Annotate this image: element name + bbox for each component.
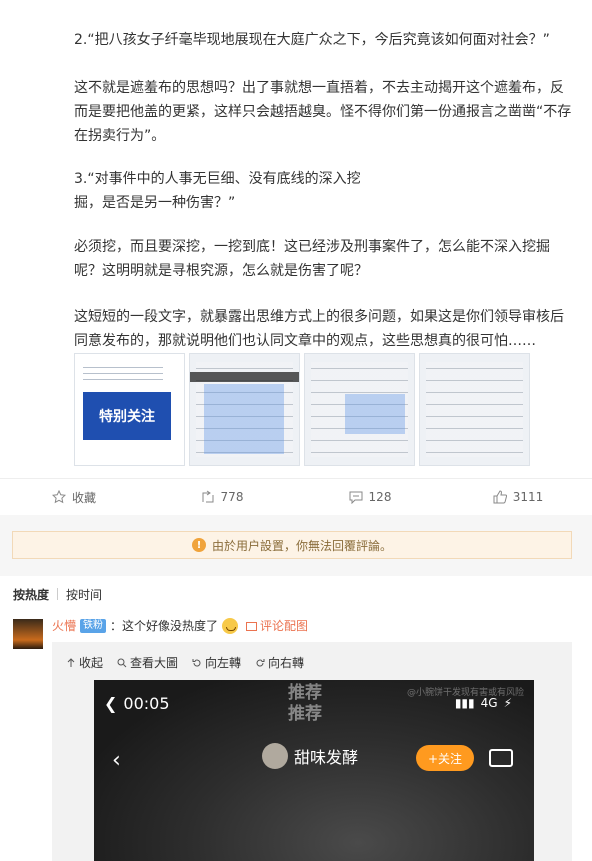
battery-icon: ⚡ bbox=[503, 696, 512, 710]
reply-disabled-notice: ! 由於用户設置，你無法回覆評論。 bbox=[12, 531, 572, 559]
paragraph: 3.“对事件中的人事无巨细、没有底线的深入挖 bbox=[74, 171, 361, 187]
rotate-left-button[interactable]: 向左轉 bbox=[192, 654, 241, 671]
collapse-button[interactable]: 收起 bbox=[66, 654, 103, 671]
like-button[interactable]: 3111 bbox=[444, 479, 592, 515]
sort-by-hot[interactable]: 按热度 bbox=[0, 586, 49, 603]
thumbnail-banner: 特别关注 bbox=[83, 392, 171, 440]
like-count: 3111 bbox=[512, 490, 544, 504]
rotate-left-icon bbox=[192, 658, 201, 666]
thumbnail-4[interactable] bbox=[419, 353, 530, 466]
thumbnail-1[interactable]: 特别关注 bbox=[74, 353, 185, 466]
comment-icon bbox=[349, 491, 363, 504]
notice-text: 由於用户設置，你無法回覆評論。 bbox=[211, 538, 392, 553]
view-large-label: 查看大圖 bbox=[130, 656, 179, 670]
paragraph: 掘，是否是另一种伤害？” bbox=[74, 195, 236, 211]
fan-badge: 铁粉 bbox=[80, 619, 107, 633]
follow-button: +关注 bbox=[416, 745, 474, 771]
comment-line: 火懵 铁粉 ：这个好像没热度了 评论配图 bbox=[52, 617, 308, 635]
network-label: 4G bbox=[480, 696, 498, 710]
paragraph: 这不就是遮羞布的思想吗？出了事就想一直捂着，不去主动揭开这个遮羞布，反而是要把他… bbox=[74, 80, 572, 144]
comment-button[interactable]: 128 bbox=[296, 479, 444, 515]
share-screen-icon bbox=[489, 749, 513, 767]
star-icon bbox=[51, 490, 66, 504]
comment-picture-link[interactable]: 评论配图 bbox=[246, 617, 308, 635]
paragraph: 必须挖，而且要深挖，一挖到底！这已经涉及刑事案件了，怎么能不深入挖掘呢？这明明就… bbox=[74, 239, 550, 279]
action-bar: 收藏 778 128 3111 bbox=[0, 478, 592, 516]
video-user: 甜味发酵 bbox=[262, 743, 358, 769]
signal-icon: ▮▮▮ bbox=[454, 696, 475, 710]
back-arrow-icon: ❮ bbox=[104, 694, 118, 713]
comment-text: ：这个好像没热度了 bbox=[110, 619, 219, 633]
comment-sort-bar: 按热度 按时间 bbox=[0, 576, 592, 612]
repost-button[interactable]: 778 bbox=[148, 479, 296, 515]
image-thumbnails: 特别关注 bbox=[74, 353, 530, 466]
rotate-right-label: 向右轉 bbox=[268, 656, 305, 670]
video-screenshot[interactable]: 推荐 推荐 @小腕饼干发现有害或有风险 ❮ 00:05 ▮▮▮ 4G ⚡ ‹ 甜… bbox=[94, 680, 534, 861]
status-bar: ▮▮▮ 4G ⚡ bbox=[455, 696, 512, 710]
view-large-button[interactable]: 查看大圖 bbox=[117, 654, 178, 671]
repost-count: 778 bbox=[220, 490, 244, 504]
crying-face-icon bbox=[222, 618, 239, 634]
avatar bbox=[262, 743, 288, 769]
like-icon bbox=[493, 490, 507, 504]
watermark: 推荐 推荐 bbox=[288, 683, 322, 725]
time-label: 00:05 bbox=[123, 694, 170, 713]
comment-username[interactable]: 火懵 bbox=[52, 617, 76, 635]
paragraph: 这短短的一段文字，就暴露出思维方式上的很多问题，如果这是你们领导审核后同意发布的… bbox=[74, 309, 564, 349]
thumbnail-2[interactable] bbox=[189, 353, 300, 466]
arrow-up-icon bbox=[67, 657, 75, 667]
sort-by-time[interactable]: 按时间 bbox=[58, 586, 102, 603]
rotate-right-icon bbox=[256, 658, 265, 666]
picture-icon bbox=[246, 621, 258, 631]
rotate-left-label: 向左轉 bbox=[205, 656, 242, 670]
comment-count: 128 bbox=[368, 490, 392, 504]
favorite-button[interactable]: 收藏 bbox=[0, 479, 148, 515]
comment-picture-label: 评论配图 bbox=[260, 619, 309, 633]
avatar[interactable] bbox=[13, 619, 43, 649]
viewer-toolbar: 收起 查看大圖 向左轉 向右轉 bbox=[66, 654, 304, 671]
paragraph: 2.“把八孩女子纤毫毕现地展现在大庭广众之下，今后究竟该如何面对社会？” bbox=[74, 32, 550, 48]
collapse-label: 收起 bbox=[79, 656, 104, 670]
watermark-line: 推荐 bbox=[288, 683, 322, 703]
watermark-line: 推荐 bbox=[288, 704, 322, 724]
video-time: ❮ 00:05 bbox=[104, 694, 170, 713]
comment-item: 火懵 铁粉 ：这个好像没热度了 评论配图 收起 查看大圖 向左轉 向右轉 推荐 … bbox=[0, 612, 592, 861]
video-username: 甜味发酵 bbox=[294, 748, 359, 767]
repost-icon bbox=[202, 490, 214, 503]
image-viewer: 收起 查看大圖 向左轉 向右轉 推荐 推荐 @小腕饼干发现有害或有风险 ❮ 00… bbox=[52, 642, 572, 861]
chevron-left-icon: ‹ bbox=[112, 748, 121, 773]
alert-icon: ! bbox=[191, 538, 206, 552]
rotate-right-button[interactable]: 向右轉 bbox=[255, 654, 304, 671]
thumbnail-3[interactable] bbox=[304, 353, 415, 466]
favorite-label: 收藏 bbox=[71, 490, 96, 505]
magnifier-icon bbox=[117, 658, 127, 667]
